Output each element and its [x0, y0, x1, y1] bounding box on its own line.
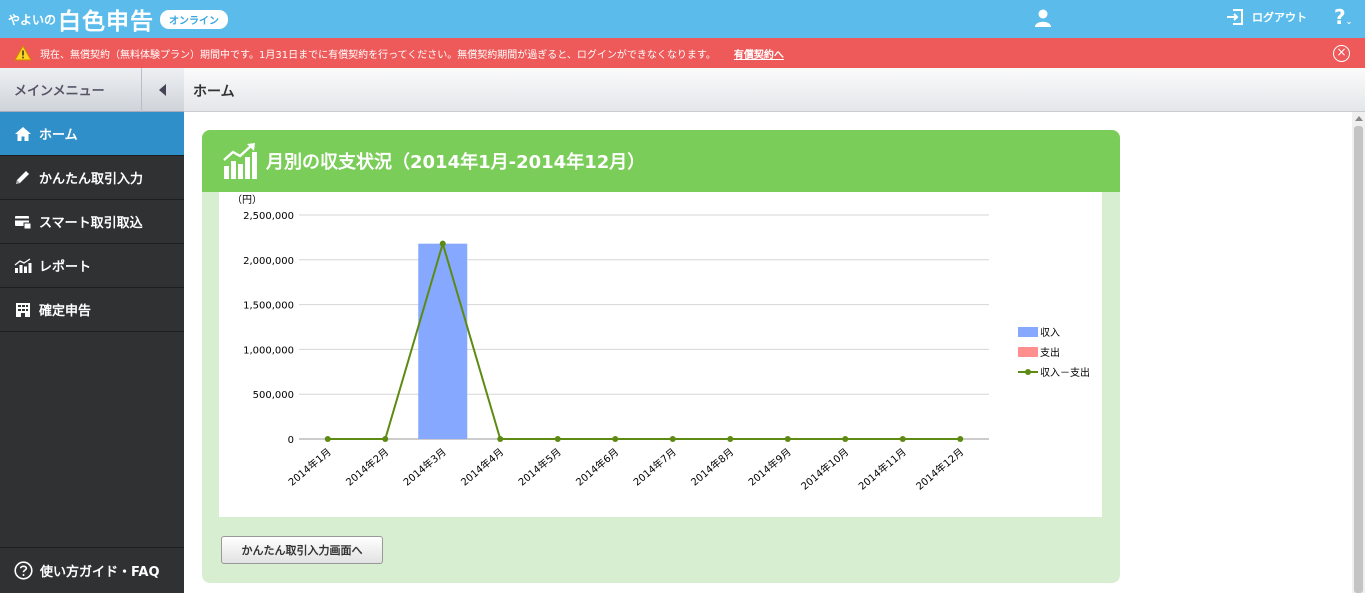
- logo-badge: オンライン: [160, 9, 229, 29]
- net-point: [784, 436, 791, 442]
- y-axis-unit-label: （円）: [232, 194, 262, 206]
- chart-trend-icon: [223, 143, 257, 179]
- home-icon: [15, 126, 31, 141]
- x-tick-label: 2014年11月: [856, 445, 909, 492]
- sidebar-item-easy-entry[interactable]: かんたん取引入力: [0, 156, 184, 200]
- sidebar-item-label: レポート: [39, 260, 92, 275]
- sidebar-item-label: ホーム: [39, 128, 78, 143]
- logout-label: ログアウト: [1252, 11, 1307, 24]
- user-icon[interactable]: [1033, 8, 1053, 28]
- monthly-balance-panel: 月別の収支状況（2014年1月-2014年12月） （円） 0 500,000 1,0…: [202, 130, 1120, 583]
- warning-icon: [14, 45, 32, 61]
- panel-title: 月別の収支状況（2014年1月-2014年12月）: [266, 152, 646, 173]
- help-button[interactable]: ?⌄: [1334, 5, 1352, 29]
- sidebar-item-tax-return[interactable]: 確定申告: [0, 288, 184, 332]
- scroll-thumb[interactable]: [1354, 126, 1363, 593]
- x-tick-label: 2014年5月: [516, 445, 564, 488]
- x-tick-label: 2014年3月: [401, 445, 449, 488]
- logo-title: 白色申告: [58, 9, 155, 35]
- panel-header: 月別の収支状況（2014年1月-2014年12月）: [202, 130, 1120, 192]
- y-tick-label: 2,500,000: [243, 211, 294, 222]
- net-point: [899, 436, 906, 442]
- sidebar-item-label: かんたん取引入力: [39, 172, 144, 187]
- net-point: [554, 436, 561, 442]
- report-icon: [14, 257, 32, 273]
- x-tick-label: 2014年2月: [343, 445, 391, 488]
- logout-icon: [1227, 9, 1243, 25]
- net-point: [382, 436, 389, 442]
- card-icon: [15, 215, 32, 229]
- net-point: [324, 436, 331, 442]
- net-point: [669, 436, 676, 442]
- pencil-icon: [16, 170, 29, 184]
- y-tick-label: 2,000,000: [243, 256, 294, 267]
- question-circle-icon: [14, 561, 33, 580]
- x-tick-label: 2014年9月: [746, 445, 794, 488]
- logo-prefix: やよいの: [8, 12, 57, 27]
- net-point: [497, 436, 504, 442]
- top-header: やよいの 白色申告 オンライン ログアウト ?⌄: [0, 0, 1365, 38]
- paid-contract-link[interactable]: 有償契約へ: [734, 46, 784, 61]
- help-label: ?: [1334, 5, 1346, 29]
- legend-swatch-income: [1018, 327, 1038, 337]
- legend-label-expense: 支出: [1040, 346, 1060, 359]
- help-caret: ⌄: [1345, 17, 1353, 26]
- income-expense-chart: （円） 0 500,000 1,000,000 1,500,000 2,000,000 2,…: [232, 194, 1090, 493]
- sidebar-title: メインメニュー: [14, 84, 105, 99]
- page-title: ホーム: [193, 84, 235, 100]
- y-tick-label: 0: [288, 435, 294, 446]
- net-point: [612, 436, 619, 442]
- net-point: [842, 436, 849, 442]
- sidebar-item-label: 確定申告: [39, 304, 92, 319]
- vertical-scrollbar[interactable]: [1352, 112, 1365, 593]
- x-tick-label: 2014年6月: [573, 445, 621, 488]
- sidebar-item-label: スマート取引取込: [39, 216, 143, 231]
- guide-faq-link[interactable]: 使い方ガイド・FAQ: [0, 547, 184, 593]
- legend-label-net: 収入－支出: [1040, 366, 1090, 379]
- net-point: [727, 436, 734, 442]
- logout-button[interactable]: ログアウト: [1226, 6, 1307, 28]
- y-tick-label: 500,000: [253, 390, 294, 401]
- chevron-left-icon: [159, 83, 166, 96]
- net-point: [439, 240, 446, 247]
- x-tick-label: 2014年7月: [631, 445, 679, 488]
- scroll-up-arrow[interactable]: [1355, 116, 1363, 121]
- warning-message: 現在、無償契約（無料体験プラン）期間中です。1月31日までに有償契約を行ってくだ…: [40, 49, 716, 61]
- chart-container: （円） 0 500,000 1,000,000 1,500,000 2,000,000 2,…: [219, 192, 1102, 517]
- building-icon: [16, 302, 30, 317]
- x-tick-label: 2014年4月: [458, 445, 506, 488]
- easy-entry-screen-button[interactable]: かんたん取引入力画面へ: [221, 536, 383, 564]
- sidebar-item-smart-import[interactable]: スマート取引取込: [0, 200, 184, 244]
- guide-label: 使い方ガイド・FAQ: [40, 565, 160, 580]
- legend-swatch-net-point: [1025, 369, 1031, 375]
- sidebar-header: メインメニュー: [0, 67, 184, 112]
- x-tick-label: 2014年8月: [688, 445, 736, 488]
- legend-swatch-expense: [1018, 347, 1038, 357]
- content-header: ホーム: [184, 68, 1365, 112]
- y-tick-label: 1,500,000: [243, 301, 294, 312]
- app-logo[interactable]: やよいの 白色申告 オンライン: [8, 4, 229, 35]
- sidebar-item-report[interactable]: レポート: [0, 244, 184, 288]
- sidebar-item-home[interactable]: ホーム: [0, 112, 184, 156]
- close-icon[interactable]: ×: [1333, 45, 1350, 62]
- net-point: [957, 436, 964, 442]
- legend-label-income: 収入: [1040, 327, 1060, 339]
- x-tick-label: 2014年12月: [913, 445, 966, 492]
- sidebar: メインメニュー ホーム かんたん取引入力 スマート取引取込 レポート 確定申告 …: [0, 67, 184, 593]
- sidebar-collapse-button[interactable]: [141, 67, 184, 112]
- bar-income: [418, 243, 468, 439]
- trial-warning-bar: 現在、無償契約（無料体験プラン）期間中です。1月31日までに有償契約を行ってくだ…: [0, 38, 1365, 68]
- y-tick-label: 1,000,000: [243, 345, 294, 356]
- x-tick-label: 2014年10月: [798, 445, 851, 492]
- x-tick-label: 2014年1月: [286, 445, 334, 488]
